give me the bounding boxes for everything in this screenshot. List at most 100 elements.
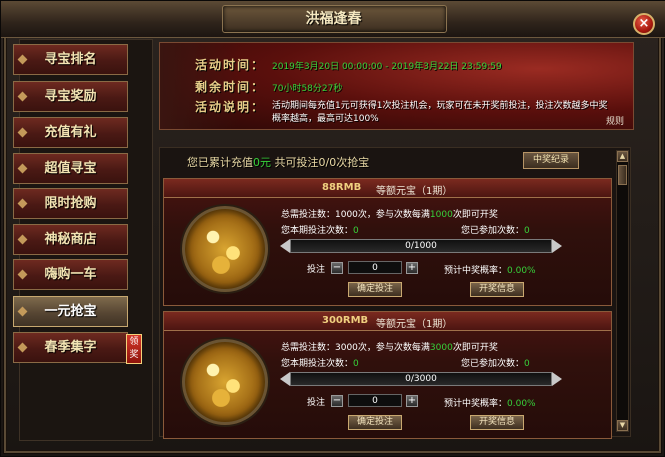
sidebar-item-label: 寻宝排名 <box>44 52 97 67</box>
gem-icon <box>17 163 28 174</box>
round-bets: 您本期投注次数：0 <box>281 356 359 369</box>
round-bets: 您本期投注次数：0 <box>281 223 359 236</box>
card-price: 300RMB <box>322 315 369 326</box>
recharge-amount: 0元 <box>253 156 271 169</box>
event-time-value: 2019年3月20日 00:00:00 - 2019年3月22日 23:59:5… <box>272 62 502 72</box>
required-bets-number: 3000 <box>429 343 453 353</box>
gem-icon <box>17 54 28 65</box>
win-rate-value: 0.00% <box>507 266 536 276</box>
arrow-right-icon <box>552 372 562 386</box>
title-bar: 洪福逢春 × <box>1 1 665 38</box>
draw-info-button[interactable]: 开奖信息 <box>470 282 524 297</box>
sidebar-item-label: 限时抢购 <box>44 196 97 211</box>
scrollbar[interactable]: ▲ ▼ <box>616 150 629 432</box>
confirm-bet-button[interactable]: 确定投注 <box>348 282 402 297</box>
card-subtitle: 等额元宝（1期） <box>376 186 453 197</box>
round-bets-value: 0 <box>353 359 359 369</box>
round-bets-label: 您本期投注次数： <box>281 359 354 369</box>
window-title: 洪福逢春 <box>305 11 362 27</box>
sidebar-item-label: 一元抢宝 <box>44 304 97 319</box>
required-bets-number: 1000 <box>429 210 453 220</box>
sidebar-item-label: 寻宝奖励 <box>44 89 97 104</box>
win-rate-label: 预计中奖概率： <box>444 399 508 409</box>
increase-button[interactable]: + <box>406 395 418 407</box>
card-header: 88RMB 等额元宝（1期） <box>164 179 611 198</box>
required-bets-text: 总需投注数：3000次，参与次数每满3000次即可开奖 <box>281 340 498 353</box>
summary-suffix: 次抢宝 <box>336 156 370 169</box>
required-bets-suffix: 次即可开奖 <box>452 210 498 220</box>
sidebar-item-treasure-reward[interactable]: 寻宝奖励 <box>13 81 128 112</box>
bet-quantity-input[interactable] <box>348 394 402 407</box>
remaining-time-value: 70小时58分27秒 <box>272 84 343 94</box>
sidebar-item-label: 充值有礼 <box>44 125 97 140</box>
gem-icon <box>17 342 28 353</box>
event-desc-text: 活动期间每充值1元可获得1次投注机会，玩家可在未开奖前投注，投注次数越多中奖概率… <box>272 101 608 124</box>
recharge-summary: 您已累计充值0元 共可投注0/0次抢宝 <box>187 154 369 170</box>
win-rate: 预计中奖概率：0.00% <box>444 396 536 409</box>
close-icon[interactable]: × <box>633 13 655 35</box>
progress-text: 0/3000 <box>405 374 437 384</box>
rules-link[interactable]: 规则 <box>606 114 624 127</box>
sidebar-item-label: 神秘商店 <box>44 232 97 247</box>
increase-button[interactable]: + <box>406 262 418 274</box>
event-banner: 活动时间： 2019年3月20日 00:00:00 - 2019年3月22日 2… <box>159 42 634 130</box>
win-rate-label: 预计中奖概率： <box>444 266 508 276</box>
sidebar-item-label: 嗨购一车 <box>44 267 97 282</box>
scroll-thumb[interactable] <box>618 165 627 185</box>
sidebar-item-treasure-rank[interactable]: 寻宝排名 <box>13 44 128 75</box>
arrow-down-icon[interactable]: ▼ <box>617 420 628 431</box>
required-bets-suffix: 次即可开奖 <box>452 343 498 353</box>
required-bets-prefix: 总需投注数：3000次，参与次数每满 <box>281 343 430 353</box>
arrow-up-icon[interactable]: ▲ <box>617 151 628 162</box>
arrow-right-icon <box>552 239 562 253</box>
sidebar-item-flash-sale[interactable]: 限时抢购 <box>13 188 128 219</box>
card-price: 88RMB <box>322 182 362 193</box>
draw-info-button[interactable]: 开奖信息 <box>470 415 524 430</box>
arrow-left-icon <box>280 372 290 386</box>
gem-icon <box>17 234 28 245</box>
win-rate: 预计中奖概率：0.00% <box>444 263 536 276</box>
summary-prefix: 您已累计充值 <box>187 156 253 169</box>
bet-label: 投注 <box>307 398 326 408</box>
sidebar-item-shopping-cart[interactable]: 嗨购一车 <box>13 259 128 290</box>
joined-count-label: 您已参加次数： <box>461 359 525 369</box>
progress-text: 0/1000 <box>405 241 437 251</box>
prize-card: 300RMB 等额元宝（1期） 总需投注数：3000次，参与次数每满3000次即… <box>163 311 612 439</box>
decrease-button[interactable]: − <box>331 262 343 274</box>
decrease-button[interactable]: − <box>331 395 343 407</box>
gem-icon <box>17 91 28 102</box>
confirm-bet-button[interactable]: 确定投注 <box>348 415 402 430</box>
arrow-left-icon <box>280 239 290 253</box>
prize-card: 88RMB 等额元宝（1期） 总需投注数：1000次，参与次数每满1000次即可… <box>163 178 612 306</box>
sidebar-item-recharge-gift[interactable]: 充值有礼 <box>13 117 128 148</box>
joined-count-label: 您已参加次数： <box>461 226 525 236</box>
joined-count: 您已参加次数：0 <box>461 356 530 369</box>
sidebar-item-one-yuan-treasure[interactable]: 一元抢宝 <box>13 296 128 327</box>
sidebar-item-value-treasure[interactable]: 超值寻宝 <box>13 153 128 184</box>
gold-ingot-icon <box>182 206 268 292</box>
card-subtitle: 等额元宝（1期） <box>376 319 453 330</box>
gem-icon <box>17 127 28 138</box>
bet-count: 0/0 <box>318 156 337 169</box>
progress-bar: 0/3000 <box>290 372 552 386</box>
bet-quantity-input[interactable] <box>348 261 402 274</box>
bet-label: 投注 <box>307 265 326 275</box>
summary-mid: 共可投注 <box>271 156 319 169</box>
event-window: 洪福逢春 × 寻宝排名 寻宝奖励 充值有礼 超值寻宝 限时抢购 神秘商店 嗨购一… <box>0 0 665 457</box>
winning-record-button[interactable]: 中奖纪录 <box>523 152 579 169</box>
joined-count-value: 0 <box>524 226 530 236</box>
joined-count: 您已参加次数：0 <box>461 223 530 236</box>
required-bets-text: 总需投注数：1000次，参与次数每满1000次即可开奖 <box>281 207 498 220</box>
sidebar-item-mystery-shop[interactable]: 神秘商店 <box>13 224 128 255</box>
round-bets-label: 您本期投注次数： <box>281 226 354 236</box>
event-time-label: 活动时间： <box>195 58 266 72</box>
joined-count-value: 0 <box>524 359 530 369</box>
claim-reward-badge[interactable]: 领奖 <box>126 334 142 364</box>
sidebar-item-spring-words[interactable]: 春季集字 <box>13 332 128 363</box>
sidebar-item-label: 超值寻宝 <box>44 161 97 176</box>
win-rate-value: 0.00% <box>507 399 536 409</box>
required-bets-prefix: 总需投注数：1000次，参与次数每满 <box>281 210 430 220</box>
event-desc-label: 活动说明： <box>195 100 266 114</box>
remaining-time-label: 剩余时间： <box>195 80 266 94</box>
gold-ingot-icon <box>182 339 268 425</box>
